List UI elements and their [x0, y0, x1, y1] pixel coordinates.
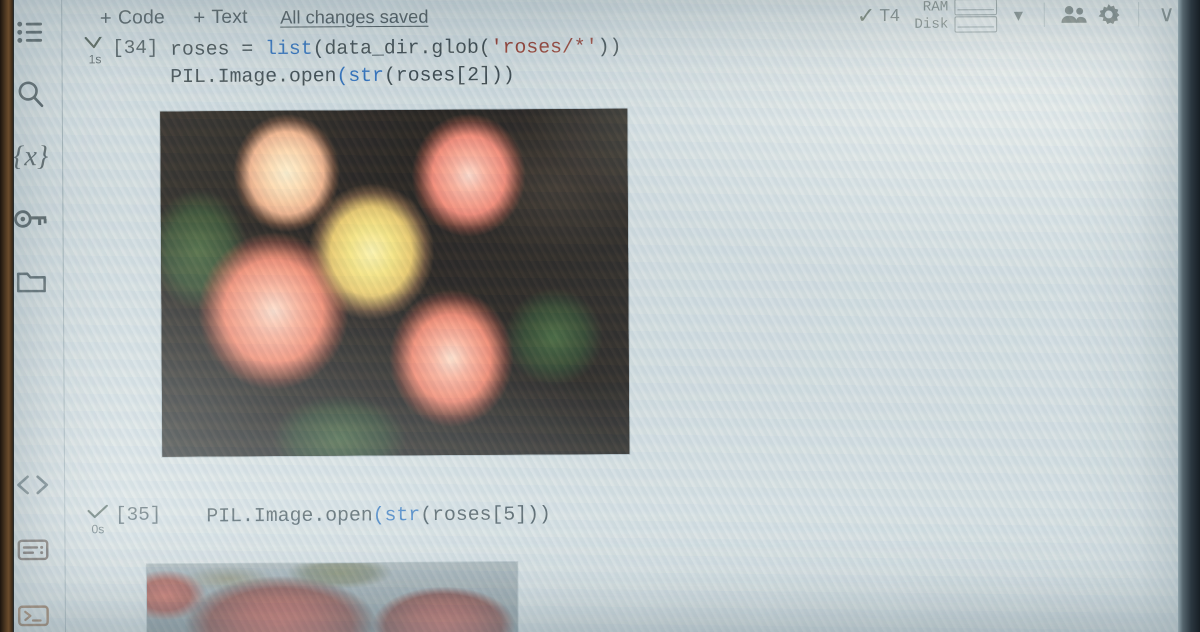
cell-source-code[interactable]: PIL.Image.open(str(roses[5]))	[206, 501, 551, 531]
add-code-cell-button[interactable]: + Code	[100, 7, 165, 31]
cell-run-time: 0s	[91, 522, 105, 537]
notebook-cell[interactable]: 0s [35] PIL.Image.open(str(roses[5]))	[64, 494, 1180, 536]
resource-meters[interactable]: RAM Disk	[910, 0, 998, 33]
runtime-dropdown-button[interactable]: ▾	[1005, 4, 1032, 25]
runtime-status-bar: ✓ T4 RAM Disk ▾ ∨	[857, 0, 1182, 38]
cell-run-status[interactable]: 1s	[78, 36, 113, 67]
gear-icon	[1098, 4, 1120, 25]
plus-icon: +	[99, 6, 112, 30]
cell-output-image	[160, 108, 630, 457]
chevron-down-icon: ∨	[1158, 0, 1175, 27]
ram-meter: RAM	[910, 0, 998, 16]
disk-meter: Disk	[910, 15, 998, 33]
add-text-cell-label: Text	[211, 6, 248, 29]
plus-icon: +	[193, 6, 206, 29]
cell-run-time: 1s	[88, 52, 102, 67]
share-button[interactable]	[1057, 4, 1092, 25]
check-icon	[87, 504, 108, 519]
search-icon	[18, 81, 44, 108]
monitor-left-bezel	[0, 0, 14, 632]
code-snippets-icon	[17, 475, 49, 495]
cell-run-status[interactable]: 0s	[80, 504, 115, 537]
connected-check-icon: ✓	[856, 2, 876, 29]
disk-label: Disk	[914, 15, 949, 33]
terminal-icon	[17, 605, 49, 627]
cell-execution-count: [35]	[114, 503, 162, 527]
add-text-cell-button[interactable]: + Text	[193, 6, 247, 30]
ram-sparkline	[954, 0, 998, 15]
cell-execution-count: [34]	[112, 36, 159, 60]
chevron-down-icon: ▾	[1013, 4, 1024, 25]
settings-button[interactable]	[1091, 2, 1126, 27]
variables-icon: {x}	[12, 140, 49, 173]
cell-source-code[interactable]: roses = list(data_dir.glob('roses/*')) P…	[170, 34, 622, 92]
people-icon	[1061, 5, 1087, 23]
save-status[interactable]: All changes saved	[280, 6, 428, 28]
toolbar-divider	[1043, 2, 1045, 28]
add-code-cell-label: Code	[117, 7, 165, 29]
key-icon	[14, 210, 47, 228]
notebook-toolbar: + Code + Text All changes saved ✓ T4 RAM…	[61, 0, 1196, 39]
disk-sparkline	[954, 15, 998, 33]
runtime-type-label: T4	[879, 5, 900, 26]
colab-screen: {x} + Code + Text All changes saved ✓ T4…	[0, 0, 1200, 632]
cell-output-image	[146, 562, 518, 632]
ram-label: RAM	[922, 0, 949, 16]
table-of-contents-icon	[17, 21, 43, 43]
check-icon	[84, 36, 106, 49]
photographed-monitor: {x} + Code + Text All changes saved ✓ T4…	[0, 0, 1200, 632]
monitor-right-bezel	[1178, 0, 1200, 632]
folder-icon	[16, 272, 46, 293]
command-palette-icon	[17, 539, 49, 561]
toolbar-divider-2	[1138, 2, 1140, 27]
